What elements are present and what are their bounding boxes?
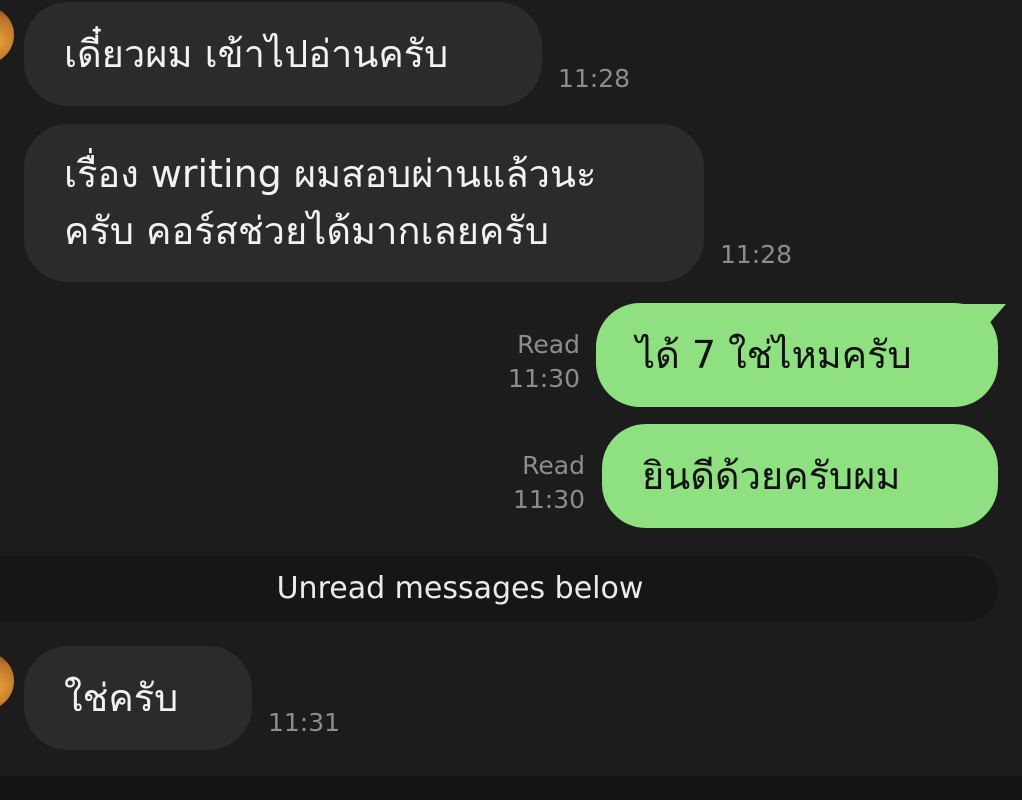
message-time: 11:30 — [512, 485, 585, 514]
message-text-line: เรื่อง writing ผมสอบผ่านแล้วนะ — [64, 152, 597, 196]
message-bubble-incoming[interactable]: ใช่ครับ — [24, 646, 252, 750]
message-bubble-incoming[interactable]: เรื่อง writing ผมสอบผ่านแล้วนะ ครับ คอร์… — [24, 124, 704, 282]
message-bubble-outgoing[interactable]: ได้ 7 ใช่ไหมครับ — [596, 303, 998, 407]
unread-divider-label: Unread messages below — [276, 571, 644, 606]
read-status: Read — [522, 451, 585, 480]
chat-area: เดี๋ยวผม เข้าไปอ่านครับ 11:28 เรื่อง wri… — [0, 0, 1022, 776]
sender-avatar[interactable] — [0, 6, 14, 64]
message-text: เดี๋ยวผม เข้าไปอ่านครับ — [64, 32, 449, 76]
message-meta: Read 11:30 — [495, 449, 585, 517]
message-time: 11:31 — [268, 708, 341, 737]
message-text-line: ครับ คอร์สช่วยได้มากเลยครับ — [64, 209, 549, 253]
input-bar-edge — [0, 776, 1022, 800]
message-text: ได้ 7 ใช่ไหมครับ — [636, 333, 912, 377]
message-bubble-outgoing[interactable]: ยินดีด้วยครับผม — [602, 424, 998, 528]
message-text: ยินดีด้วยครับผม — [642, 454, 901, 498]
sender-avatar[interactable] — [0, 652, 14, 710]
message-meta: Read 11:30 — [490, 328, 580, 396]
message-time: 11:28 — [558, 64, 631, 93]
read-status: Read — [517, 330, 580, 359]
message-time: 11:30 — [507, 364, 580, 393]
message-text: ใช่ครับ — [64, 676, 179, 720]
message-bubble-incoming[interactable]: เดี๋ยวผม เข้าไปอ่านครับ — [24, 2, 542, 106]
message-time: 11:28 — [720, 240, 793, 269]
bubble-tail — [962, 304, 1006, 334]
